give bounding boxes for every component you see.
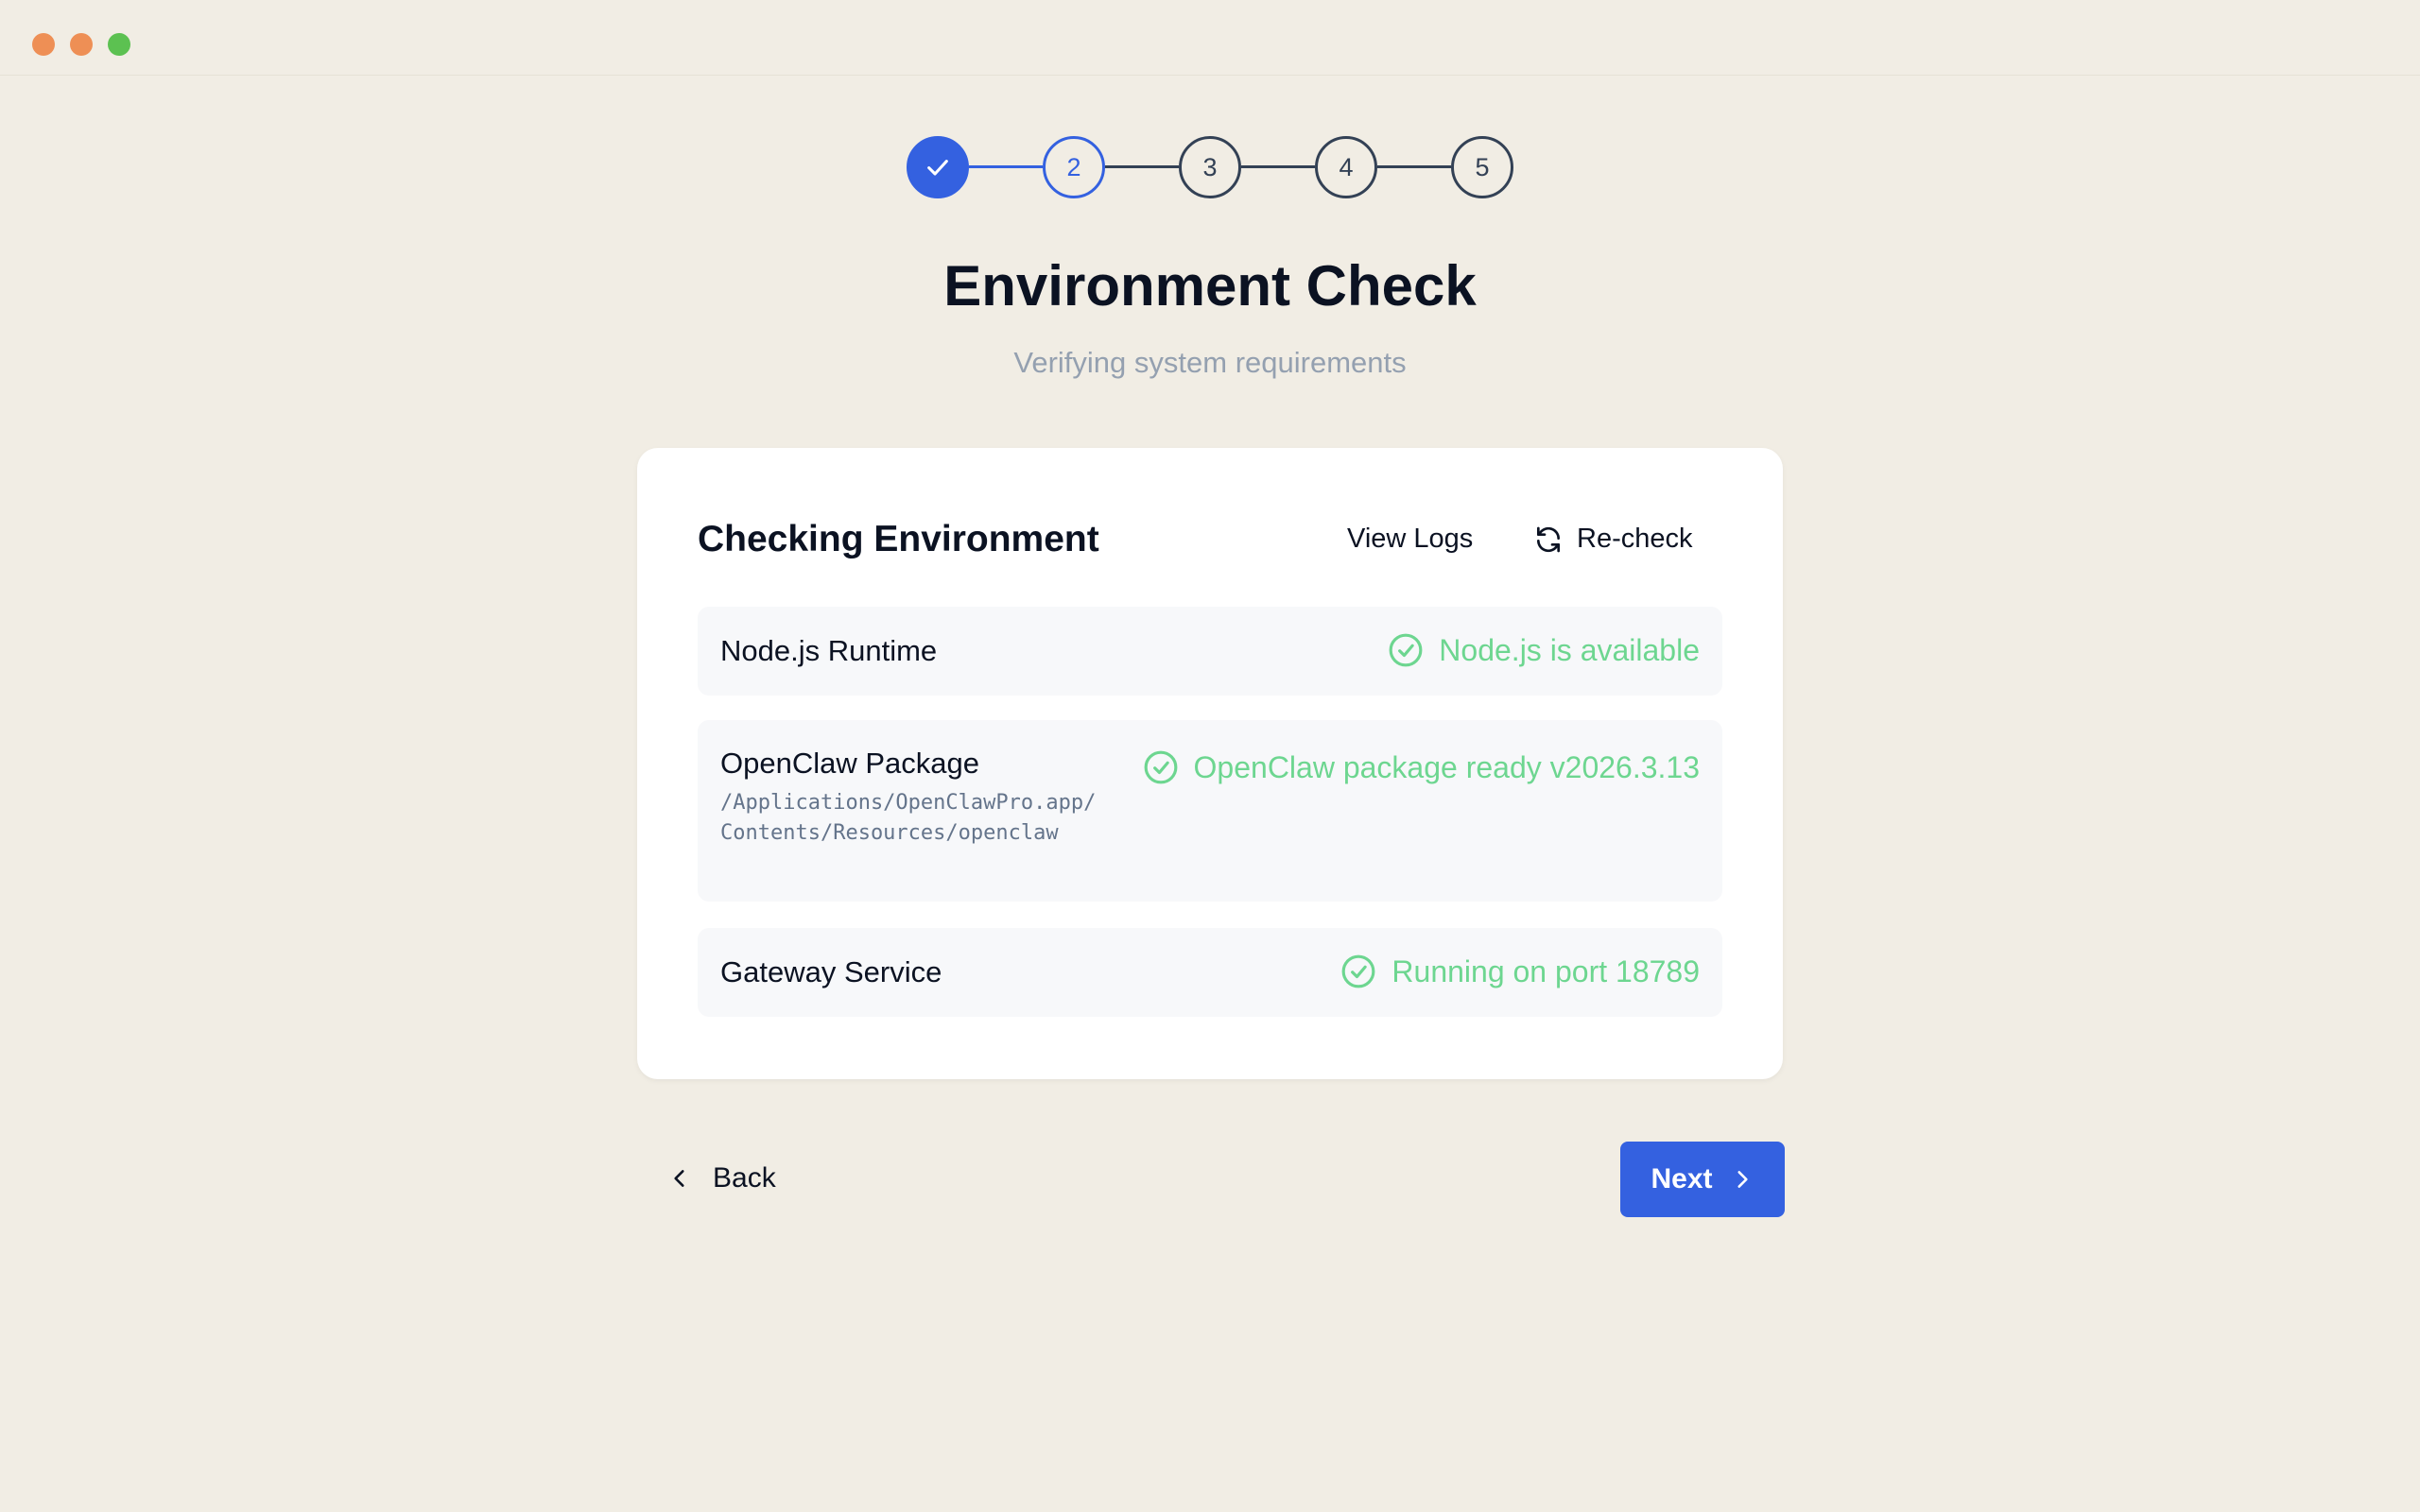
- check-status-text: Node.js is available: [1439, 632, 1700, 667]
- check-name: OpenClaw Package: [720, 747, 979, 780]
- page-title: Environment Check: [943, 254, 1477, 318]
- check-icon: [927, 160, 948, 176]
- check-status: Running on port 18789: [1340, 954, 1700, 989]
- view-logs-label: View Logs: [1347, 524, 1474, 554]
- step-connector-2: [1105, 165, 1179, 168]
- next-label: Next: [1651, 1163, 1713, 1194]
- window-minimize-button[interactable]: [70, 33, 93, 56]
- chevron-left-icon: [674, 1170, 684, 1187]
- package-path: /Applications/OpenClawPro.app/Contents/R…: [720, 791, 1097, 845]
- check-status-text: Running on port 18789: [1392, 954, 1700, 988]
- recheck-label: Re-check: [1577, 524, 1693, 554]
- step-connector-1: [969, 165, 1043, 168]
- check-status: Node.js is available: [1388, 632, 1700, 668]
- check-circle-icon: [1389, 633, 1423, 667]
- check-circle-icon: [1144, 750, 1177, 784]
- step-1: [907, 136, 969, 198]
- step-2: 2: [1043, 136, 1105, 198]
- view-logs-button[interactable]: View Logs: [1347, 524, 1473, 555]
- step-connector-4: [1377, 165, 1451, 168]
- check-name: Node.js Runtime: [720, 634, 938, 667]
- next-button[interactable]: Next: [1620, 1142, 1785, 1217]
- step-connector-3: [1241, 165, 1315, 168]
- step-3: 3: [1179, 136, 1241, 198]
- environment-check-card: Checking Environment View Logs Re-check …: [637, 448, 1783, 1079]
- window-titlebar: [0, 0, 2420, 76]
- check-status: OpenClaw package ready v2026.3.13: [1143, 749, 1700, 785]
- check-row-openclaw-package: OpenClaw Package /Applications/OpenClawP…: [698, 720, 1722, 902]
- back-button[interactable]: Back: [667, 1162, 776, 1194]
- step-4: 4: [1315, 136, 1377, 198]
- check-row-nodejs: Node.js Runtime Node.js is available: [698, 607, 1722, 696]
- step-5: 5: [1451, 136, 1513, 198]
- setup-stepper: 2 3 4 5: [907, 136, 1513, 198]
- window-close-button[interactable]: [32, 33, 55, 56]
- check-name: Gateway Service: [720, 955, 942, 988]
- chevron-right-icon: [1737, 1171, 1748, 1188]
- recheck-button[interactable]: Re-check: [1533, 524, 1693, 555]
- check-status-text: OpenClaw package ready v2026.3.13: [1193, 749, 1700, 784]
- card-title: Checking Environment: [698, 519, 1099, 559]
- refresh-icon: [1537, 526, 1560, 552]
- check-circle-icon: [1341, 954, 1375, 988]
- back-label: Back: [713, 1162, 776, 1194]
- page-subtitle: Verifying system requirements: [1013, 346, 1407, 379]
- window-maximize-button[interactable]: [108, 33, 130, 56]
- check-row-gateway-service: Gateway Service Running on port 18789: [698, 928, 1722, 1017]
